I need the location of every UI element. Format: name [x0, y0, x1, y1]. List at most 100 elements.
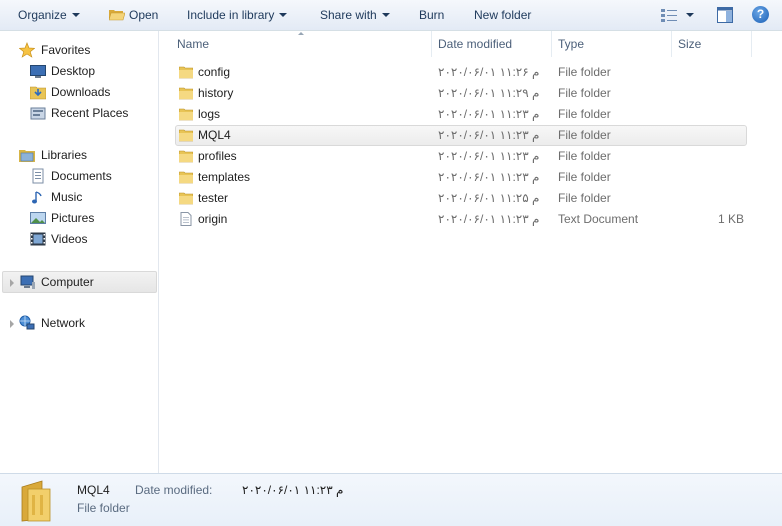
sidebar-item-videos[interactable]: Videos — [30, 229, 150, 249]
file-name: history — [198, 86, 234, 100]
file-row-history[interactable]: history ۲۰۲۰/۰۶/۰۱ م ۱۱:۲۹ File folder — [175, 83, 747, 104]
nav-favorites[interactable]: Favorites — [19, 40, 149, 60]
column-header-size[interactable]: Size — [678, 31, 701, 57]
chevron-down-icon — [71, 13, 80, 17]
share-with-label: Share with — [320, 8, 377, 22]
column-divider[interactable] — [431, 31, 432, 57]
file-type: File folder — [558, 170, 611, 184]
file-type: File folder — [558, 149, 611, 163]
file-row-config[interactable]: config ۲۰۲۰/۰۶/۰۱ م ۱۱:۲۶ File folder — [175, 62, 747, 83]
command-bar: Organize Open Include in library Share w… — [0, 0, 782, 31]
star-icon — [19, 42, 35, 58]
file-type: File folder — [558, 128, 611, 142]
sidebar-item-label: Desktop — [51, 64, 96, 78]
folder-icon — [179, 129, 193, 142]
column-divider[interactable] — [751, 31, 752, 57]
change-view-icon[interactable] — [661, 8, 677, 22]
file-type: Text Document — [558, 212, 639, 226]
folder-icon — [179, 150, 193, 163]
folder-icon — [179, 108, 193, 121]
videos-icon — [30, 232, 46, 246]
chevron-down-icon — [279, 13, 288, 17]
nav-favorites-label: Favorites — [41, 43, 91, 57]
documents-icon — [32, 168, 44, 184]
open-folder-icon — [109, 10, 125, 21]
sidebar-item-label: Downloads — [51, 85, 111, 99]
file-type: File folder — [558, 65, 611, 79]
help-icon[interactable]: ? — [752, 6, 769, 23]
file-row-tester[interactable]: tester ۲۰۲۰/۰۶/۰۱ م ۱۱:۲۵ File folder — [175, 188, 747, 209]
details-pane: MQL4 Date modified: ۲۰۲۰/۰۶/۰۱ م ۱۱:۲۳ F… — [0, 473, 782, 526]
pictures-icon — [30, 212, 46, 224]
downloads-icon — [30, 86, 46, 100]
organize-label: Organize — [18, 8, 67, 22]
nav-libraries-label: Libraries — [41, 148, 88, 162]
recent-places-icon — [30, 107, 46, 120]
file-date-modified: ۲۰۲۰/۰۶/۰۱ م ۱۱:۲۳ — [438, 128, 540, 142]
sidebar-item-label: Documents — [51, 169, 112, 183]
sidebar-item-downloads[interactable]: Downloads — [30, 82, 150, 102]
organize-button[interactable]: Organize — [18, 7, 80, 23]
navigation-pane: Favorites Desktop Downloads Recent Place… — [0, 31, 159, 473]
column-divider[interactable] — [671, 31, 672, 57]
computer-icon — [20, 275, 35, 289]
file-date-modified: ۲۰۲۰/۰۶/۰۱ م ۱۱:۲۶ — [438, 65, 540, 79]
file-date-modified: ۲۰۲۰/۰۶/۰۱ م ۱۱:۲۳ — [438, 149, 540, 163]
include-in-library-button[interactable]: Include in library — [187, 7, 288, 23]
file-name: profiles — [198, 149, 237, 163]
file-row-mql4[interactable]: MQL4 ۲۰۲۰/۰۶/۰۱ م ۱۱:۲۳ File folder — [175, 125, 747, 146]
file-row-origin[interactable]: origin ۲۰۲۰/۰۶/۰۱ م ۱۱:۲۳ Text Document … — [175, 209, 747, 230]
sidebar-item-pictures[interactable]: Pictures — [30, 208, 150, 228]
file-type: File folder — [558, 191, 611, 205]
file-date-modified: ۲۰۲۰/۰۶/۰۱ م ۱۱:۲۳ — [438, 107, 540, 121]
file-type: File folder — [558, 86, 611, 100]
file-name: templates — [198, 170, 251, 184]
column-divider[interactable] — [551, 31, 552, 57]
sidebar-item-computer[interactable]: Computer — [2, 271, 157, 293]
column-header-name[interactable]: Name — [177, 31, 209, 57]
network-icon — [19, 315, 35, 330]
sidebar-item-label: Computer — [41, 275, 94, 289]
folder-icon — [179, 66, 193, 79]
details-item-type: File folder — [77, 501, 130, 515]
desktop-icon — [30, 65, 46, 78]
libraries-icon — [19, 150, 35, 162]
expand-arrow-icon[interactable] — [10, 320, 14, 328]
file-name: logs — [198, 107, 221, 121]
chevron-down-icon — [381, 13, 390, 17]
sidebar-item-recent-places[interactable]: Recent Places — [30, 103, 155, 123]
file-row-templates[interactable]: templates ۲۰۲۰/۰۶/۰۱ م ۱۱:۲۳ File folder — [175, 167, 747, 188]
sidebar-item-desktop[interactable]: Desktop — [30, 61, 150, 81]
expand-arrow-icon[interactable] — [10, 279, 14, 287]
file-list-view: Name Date modified Type Size config ۲۰۲۰… — [160, 31, 782, 473]
view-options-chevron-icon[interactable] — [686, 13, 694, 17]
sidebar-item-label: Videos — [51, 232, 88, 246]
text-document-icon — [180, 212, 192, 226]
burn-button[interactable]: Burn — [419, 7, 444, 23]
folder-icon — [179, 87, 193, 100]
new-folder-button[interactable]: New folder — [474, 7, 531, 23]
file-date-modified: ۲۰۲۰/۰۶/۰۱ م ۱۱:۲۳ — [438, 212, 540, 226]
music-icon — [32, 191, 42, 204]
file-name: origin — [198, 212, 228, 226]
nav-libraries[interactable]: Libraries — [19, 145, 149, 165]
sort-ascending-icon — [298, 32, 304, 35]
folder-large-icon — [21, 480, 51, 522]
details-item-name: MQL4 — [77, 483, 110, 497]
column-header-date-modified[interactable]: Date modified — [438, 31, 512, 57]
file-date-modified: ۲۰۲۰/۰۶/۰۱ م ۱۱:۲۳ — [438, 170, 540, 184]
sidebar-item-documents[interactable]: Documents — [30, 166, 150, 186]
file-row-profiles[interactable]: profiles ۲۰۲۰/۰۶/۰۱ م ۱۱:۲۳ File folder — [175, 146, 747, 167]
sidebar-item-label: Pictures — [51, 211, 95, 225]
file-row-logs[interactable]: logs ۲۰۲۰/۰۶/۰۱ م ۱۱:۲۳ File folder — [175, 104, 747, 125]
preview-pane-icon[interactable] — [717, 7, 733, 23]
column-header-type[interactable]: Type — [558, 31, 584, 57]
include-in-library-label: Include in library — [187, 8, 275, 22]
details-date-label: Date modified: — [135, 483, 213, 497]
share-with-button[interactable]: Share with — [320, 7, 390, 23]
open-button[interactable]: Open — [129, 7, 158, 23]
sidebar-item-music[interactable]: Music — [30, 187, 150, 207]
file-date-modified: ۲۰۲۰/۰۶/۰۱ م ۱۱:۲۹ — [438, 86, 540, 100]
file-name: config — [198, 65, 231, 79]
sidebar-item-network[interactable]: Network — [2, 313, 157, 333]
